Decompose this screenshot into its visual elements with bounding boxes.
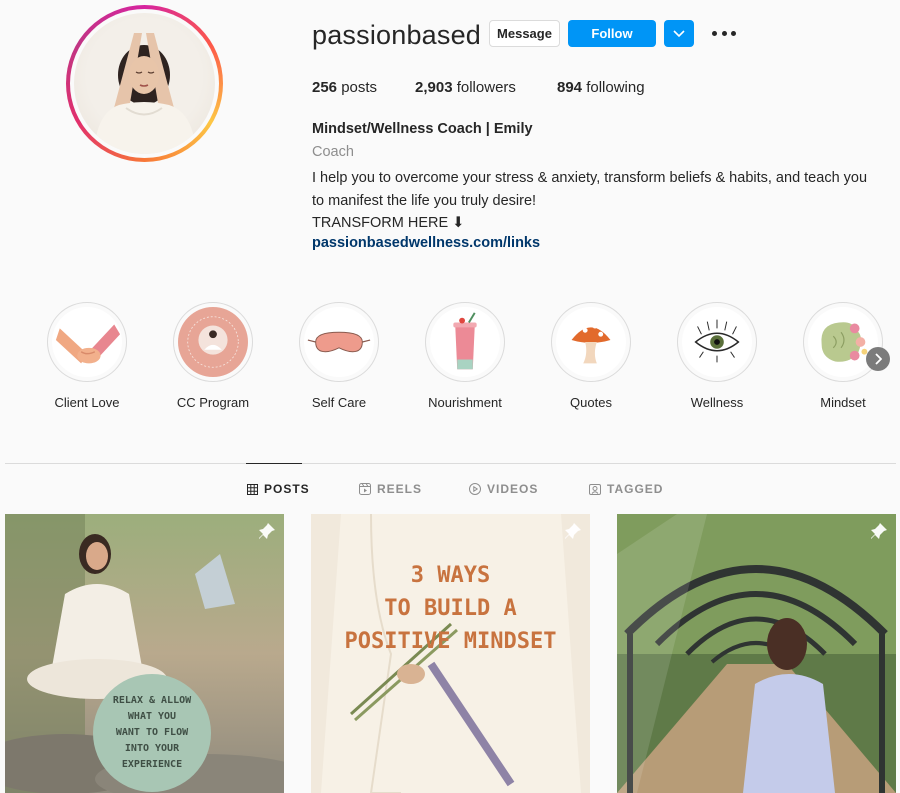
holding-hands-icon [55,324,121,364]
dot-icon [731,30,736,36]
following-link[interactable]: 894 following [557,79,645,96]
reels-icon [359,483,371,495]
connected-collective-badge [180,309,246,375]
post-tile[interactable]: 3 WAYS TO BUILD A POSITIVE MINDSET [311,514,590,793]
bio-name: Mindset/Wellness Coach | Emily [312,121,533,137]
post-overlay-line: INTO YOUR [124,743,180,754]
highlight-cc-program[interactable]: CC Program [163,302,263,422]
active-tab-indicator [246,463,302,464]
highlight-label: Nourishment [428,395,502,410]
play-icon [469,483,481,495]
post-overlay-line: WANT TO FLOW [115,727,189,738]
highlight-client-love[interactable]: Client Love [37,302,137,422]
eye-icon [694,319,740,363]
highlight-label: CC Program [176,395,250,410]
highlight-label: Quotes [570,395,612,410]
tab-label: TAGGED [607,482,664,496]
pin-icon [871,523,887,539]
bio-text: I help you to overcome your stress & anx… [312,167,882,235]
highlight-nourishment[interactable]: Nourishment [415,302,515,422]
post-quote-badge: RELAX & ALLOW WHAT YOU WANT TO FLOW INTO… [93,674,211,792]
post-image [617,514,896,793]
bio-link[interactable]: passionbasedwellness.com/links [312,235,540,251]
post-tile[interactable]: RELAX & ALLOW WHAT YOU WANT TO FLOW INTO… [5,514,284,793]
highlight-label: Wellness [690,395,744,410]
highlights-next-button[interactable] [866,347,890,371]
pin-icon [259,523,275,539]
bio-cta: TRANSFORM HERE ⬇ [312,215,465,231]
follow-button[interactable]: Follow [568,20,656,47]
highlight-label: Client Love [54,395,120,410]
highlight-wellness[interactable]: Wellness [667,302,767,422]
dot-icon [721,30,727,36]
pin-icon [565,523,581,539]
dot-icon [712,30,717,36]
post-overlay-line: RELAX & ALLOW [112,695,192,706]
chevron-right-icon [875,353,882,365]
message-button[interactable]: Message [489,20,560,47]
post-overlay-line: 3 WAYS [410,563,491,588]
highlight-quotes[interactable]: Quotes [541,302,641,422]
post-overlay-headline: 3 WAYS TO BUILD A POSITIVE MINDSET [311,559,590,658]
highlight-self-care[interactable]: Self Care [289,302,389,422]
tab-posts[interactable]: POSTS [247,482,310,496]
post-tile[interactable] [617,514,896,793]
highlight-label: Self Care [311,395,367,410]
tab-reels[interactable]: REELS [359,482,422,496]
tab-tagged[interactable]: TAGGED [589,482,663,496]
post-overlay-line: WHAT YOU [127,711,177,722]
smoothie-icon [453,312,477,370]
grid-icon [247,483,258,495]
tabs-divider [5,463,896,464]
tab-label: REELS [377,482,423,496]
bio-category: Coach [312,144,354,160]
tab-label: VIDEOS [487,482,539,496]
profile-avatar-ring[interactable] [66,5,223,162]
followers-link[interactable]: 2,903 followers [415,79,516,96]
tab-videos[interactable]: VIDEOS [469,482,538,496]
avatar [74,13,215,154]
tag-icon [589,484,601,495]
mushroom-icon [571,324,611,364]
posts-count: 256 posts [312,79,378,96]
sleep-mask-icon [307,331,371,353]
more-options-button[interactable] [712,24,736,42]
tab-label: POSTS [264,482,310,496]
post-overlay-line: TO BUILD A [384,596,517,621]
suggested-accounts-button[interactable] [664,20,694,47]
chevron-down-icon [673,29,685,37]
post-overlay-line: EXPERIENCE [121,759,183,770]
highlight-label: Mindset [820,395,866,410]
brain-flowers-icon [821,322,868,362]
profile-username: passionbased [312,20,482,50]
post-overlay-line: POSITIVE MINDSET [344,629,557,654]
